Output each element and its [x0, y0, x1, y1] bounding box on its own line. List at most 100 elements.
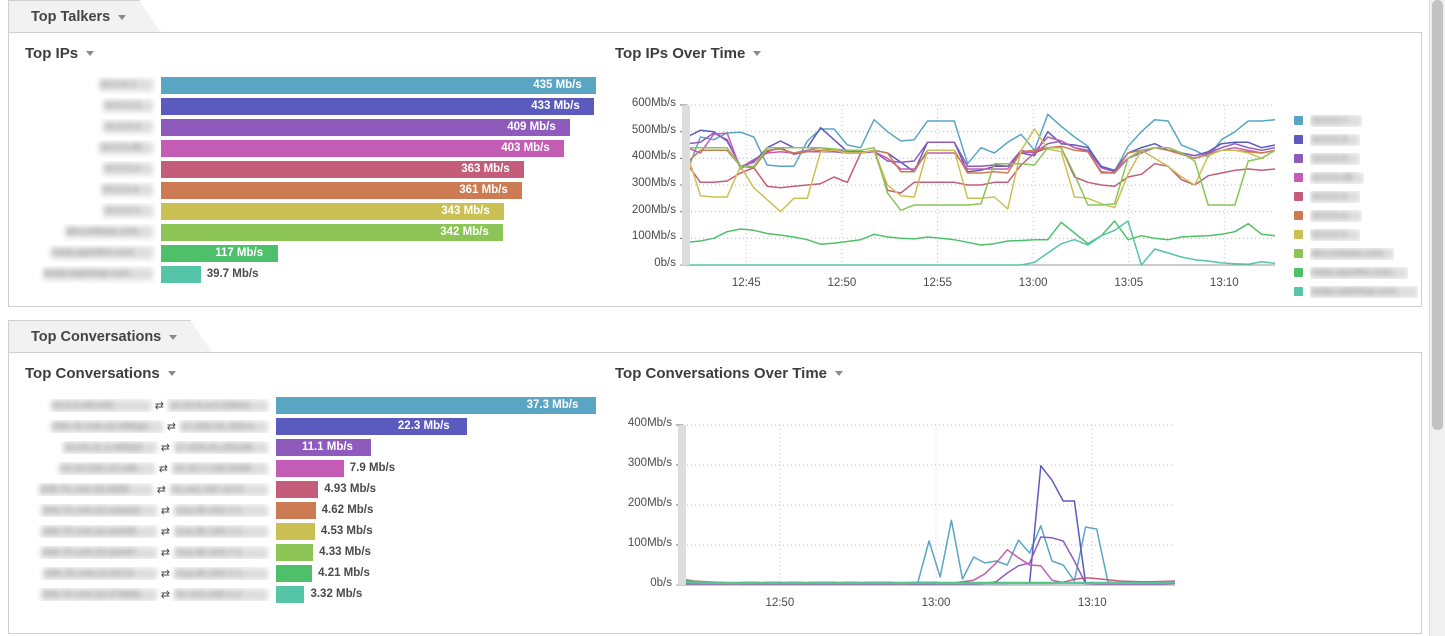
bar-row[interactable]: 10.0.0.2 363 Mb/s: [23, 159, 593, 180]
legend-label-redacted: 10.0.0.48: [1310, 171, 1364, 184]
bar-row[interactable]: 208.75.144.22:4788(t) ⇄ 52.223.240.1:1 3.32…: [23, 584, 593, 605]
bar-row-label: 10.0.0.a: [23, 182, 161, 200]
series-line[interactable]: [686, 220, 1276, 246]
bar-fill[interactable]: [276, 523, 315, 540]
bar-row[interactable]: 10.0.0.4 409 Mb/s: [23, 117, 593, 138]
legend-color-swatch: [1294, 192, 1303, 201]
chevron-down-icon[interactable]: [86, 51, 95, 56]
series-line[interactable]: [683, 536, 1176, 585]
bar-track: 4.21 Mb/s: [276, 563, 593, 584]
series-line[interactable]: [682, 519, 1176, 585]
bar-row[interactable]: 10.10.232.12:x4b ⇄ 10.10.7.132:2049 7.9 Mb/…: [23, 458, 593, 479]
bar-row-label: 208.75.144.33:4588 ⇄ 31.ca1.187.22:0: [23, 483, 276, 496]
bar-fill[interactable]: [276, 460, 344, 477]
legend-label-redacted: 10.0.0.7: [1310, 114, 1362, 127]
bar-fill[interactable]: [161, 98, 594, 115]
legend-item[interactable]: dev.onbase.com: [1294, 244, 1429, 263]
bar-value-label: 363 Mb/s: [461, 163, 510, 175]
bar-row[interactable]: dev.onbase.com 342 Mb/s: [23, 222, 593, 243]
tab-top-talkers[interactable]: Top Talkers: [8, 0, 161, 33]
chevron-down-icon[interactable]: [753, 51, 762, 56]
legend-item[interactable]: 10.0.0.1: [1294, 225, 1429, 244]
bar-value-label: 4.53 Mb/s: [320, 525, 373, 537]
widget-title-top-conversations-over-time[interactable]: Top Conversations Over Time: [615, 365, 843, 382]
bar-row[interactable]: 208.75.144.22:a2e97 ⇄ 21q.38.193.7:1 4.33 M…: [23, 542, 593, 563]
legend-item[interactable]: 10.0.0.48: [1294, 168, 1429, 187]
bar-label-source: 10.10.232.12:x4b: [58, 462, 155, 475]
bar-label-source: 208.75.144.22:a2e95: [40, 525, 157, 538]
tab-top-conversations[interactable]: Top Conversations: [8, 320, 212, 353]
bar-label-redacted: build.cadnthsp.com: [43, 268, 153, 281]
y-axis-range-slider[interactable]: [678, 425, 686, 585]
legend-item[interactable]: 10.0.0.7: [1294, 111, 1429, 130]
widget-title-top-ips[interactable]: Top IPs: [25, 45, 95, 62]
bar-fill[interactable]: [276, 481, 319, 498]
bar-row[interactable]: 10.20.11.1:495(p) ⇄ 17.253.31.253:80 11.1 M…: [23, 437, 593, 458]
series-line[interactable]: [687, 220, 1276, 266]
bar-fill[interactable]: [276, 565, 313, 582]
line-chart-svg: [680, 104, 1276, 266]
exchange-arrows-icon: ⇄: [160, 442, 170, 454]
bar-row[interactable]: 10.0.0.3 433 Mb/s: [23, 96, 594, 117]
legend-label: build.cadnthsp.com: [1310, 285, 1418, 298]
legend-item[interactable]: build.cadnthsp.com: [1294, 282, 1429, 301]
series-line[interactable]: [687, 146, 1276, 212]
page-scrollbar[interactable]: [1429, 0, 1445, 636]
legend-label: 10.0.0.7: [1310, 114, 1362, 127]
widget-title-text: Top IPs: [25, 45, 79, 62]
chevron-down-icon[interactable]: [167, 371, 176, 376]
bar-row[interactable]: 10.0.0.48:443 ⇄ 10.20.8.a:0 (Gb/s) 37.3 Mb/…: [23, 395, 596, 416]
bar-track: 22.3 Mb/s: [276, 416, 593, 437]
bar-label-source: 208.75.144.22:4788(t): [40, 588, 157, 601]
bar-fill[interactable]: [276, 502, 316, 519]
legend-label-redacted: dev.onbase.com: [1310, 247, 1394, 260]
bar-row[interactable]: insta.openfire.com 117 Mb/s: [23, 243, 593, 264]
bar-fill[interactable]: [161, 77, 596, 94]
widget-title-top-ips-over-time[interactable]: Top IPs Over Time: [615, 45, 762, 62]
bar-row[interactable]: 10.0.0.a 361 Mb/s: [23, 180, 593, 201]
bar-label-source: 208.75.144.22:a2e97: [40, 546, 157, 559]
bar-row[interactable]: 208.75.144.22:8273 ⇄ 21q.38.193.7:1 4.21 Mb…: [23, 563, 593, 584]
bar-row-label: 10.0.0.1: [23, 203, 161, 221]
bar-row[interactable]: build.cadnthsp.com 39.7 Mb/s: [23, 264, 593, 285]
legend-item[interactable]: 10.0.0.4: [1294, 149, 1429, 168]
bar-row[interactable]: 208.75.144.22:a3ae(t) ⇄ 21q.38.193.7:1 4.62…: [23, 500, 593, 521]
legend-item[interactable]: 10.0.0.2: [1294, 187, 1429, 206]
bar-row[interactable]: 208.75.144.22:a2e95 ⇄ 21q.38.193.7:1 4.53 M…: [23, 521, 593, 542]
widget-title-text: Top Conversations Over Time: [615, 365, 827, 382]
bar-value-label: 4.62 Mb/s: [321, 504, 374, 516]
bar-label-redacted: 10.0.0.3: [103, 100, 153, 113]
bar-row[interactable]: 208.75.144.33:4588 ⇄ 31.ca1.187.22:0 4.93 M…: [23, 479, 593, 500]
page-scroll-thumb[interactable]: [1432, 0, 1443, 430]
bar-row[interactable]: 10.0.0.48 403 Mb/s: [23, 138, 593, 159]
series-line[interactable]: [683, 465, 1176, 585]
bar-fill[interactable]: [276, 544, 314, 561]
widget-title-top-conversations[interactable]: Top Conversations: [25, 365, 176, 382]
bar-label-destination: 52.223.240.1:1: [174, 588, 268, 601]
bar-label-destination: 17.253.31.253:80: [174, 441, 268, 454]
bar-track: 39.7 Mb/s: [161, 264, 593, 285]
bar-value-label: 342 Mb/s: [440, 226, 489, 238]
legend-item[interactable]: 10.0.0.3: [1294, 130, 1429, 149]
chevron-down-icon[interactable]: [169, 335, 177, 340]
tabstrip-top-talkers: Top Talkers: [0, 0, 1430, 33]
y-axis-range-slider[interactable]: [682, 105, 690, 265]
bar-row[interactable]: 10.0.0.7 435 Mb/s: [23, 75, 596, 96]
bar-row[interactable]: 10.0.0.1 343 Mb/s: [23, 201, 593, 222]
bar-value-label: 343 Mb/s: [441, 205, 490, 217]
bar-label-destination: 10.10.7.132:2049: [172, 462, 268, 475]
bar-row-label: 208.75.144.22:a2e97 ⇄ 21q.38.193.7:1: [23, 546, 276, 559]
legend-item[interactable]: 10.0.0.a: [1294, 206, 1429, 225]
panel-body-top-conversations: Top Conversations 10.0.0.48:443 ⇄ 10.20.8.…: [8, 352, 1422, 634]
bar-label-redacted: 10.0.0.7: [99, 79, 153, 92]
bar-track: 117 Mb/s: [161, 243, 593, 264]
legend-item[interactable]: insta.openfire.com: [1294, 263, 1429, 282]
bar-row[interactable]: 208.75.144.22:495(p) ⇄ 17.253.31.253:4 22.3…: [23, 416, 593, 437]
bar-fill[interactable]: [276, 586, 305, 603]
chevron-down-icon[interactable]: [835, 371, 843, 376]
bar-value-label: 7.9 Mb/s: [349, 462, 396, 474]
bar-label-destination: 21q.38.193.7:1: [174, 525, 268, 538]
exchange-arrows-icon: ⇄: [160, 505, 170, 517]
chevron-down-icon[interactable]: [118, 15, 126, 20]
bar-fill[interactable]: [161, 266, 201, 283]
